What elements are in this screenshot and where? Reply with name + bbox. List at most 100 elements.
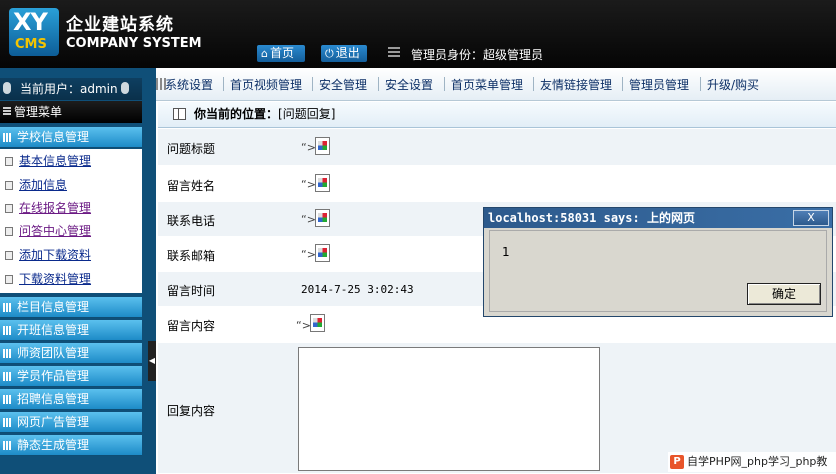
nav-separator xyxy=(700,77,701,91)
admin-role: 管理员身份：超级管理员 xyxy=(411,48,544,62)
alert-dialog: localhost:58031 says: 上的网页 X 1 确定 xyxy=(483,207,833,317)
nav-separator xyxy=(312,77,313,91)
breadcrumb-value: [问题回复] xyxy=(278,107,336,121)
page-icon xyxy=(5,204,13,213)
nav-separator xyxy=(378,77,379,91)
watermark-text: 自学PHP网_php学习_php教 xyxy=(687,455,828,468)
group-icon xyxy=(3,418,12,427)
field-label: 回复内容 xyxy=(167,404,216,418)
group-label: 开班信息管理 xyxy=(17,323,90,337)
top-nav: 系统设置 首页视频管理 安全管理 安全设置 首页菜单管理 友情链接管理 管理员管… xyxy=(156,68,836,101)
sidebar-item-label: 添加下载资料 xyxy=(19,248,92,262)
system-title-en: COMPANY SYSTEM xyxy=(66,36,202,51)
nav-item-friend-links[interactable]: 友情链接管理 xyxy=(540,76,612,93)
watermark: P 自学PHP网_php学习_php教 xyxy=(668,452,836,472)
logo: XY CMS xyxy=(9,8,59,56)
home-button[interactable]: ⌂ 首页 xyxy=(257,45,305,62)
collapse-sidebar-button[interactable]: ◀ xyxy=(148,341,156,381)
sidebar-item-label: 下载资料管理 xyxy=(19,272,92,286)
nav-item-system-settings[interactable]: 系统设置 xyxy=(165,76,213,93)
menu-title-label: 管理菜单 xyxy=(14,105,63,119)
group-icon xyxy=(3,395,12,404)
site-logo-icon: P xyxy=(670,455,684,469)
sidebar-item-basic-info[interactable]: 基本信息管理 xyxy=(0,150,142,173)
sidebar-item-qa-center[interactable]: 问答中心管理 xyxy=(0,220,142,243)
group-label: 学校信息管理 xyxy=(17,130,90,144)
breadcrumb: 你当前的位置：[问题回复] xyxy=(158,102,836,128)
sidebar-item-online-signup[interactable]: 在线报名管理 xyxy=(0,197,142,220)
page-icon xyxy=(5,227,13,236)
group-label: 栏目信息管理 xyxy=(17,300,90,314)
sidebar-group-student-works[interactable]: 学员作品管理 xyxy=(0,366,142,387)
list-icon xyxy=(388,47,400,59)
broken-image-icon xyxy=(315,137,330,155)
nav-separator xyxy=(622,77,623,91)
group-icon xyxy=(3,303,12,312)
field-label: 留言时间 xyxy=(167,284,216,298)
sidebar-item-label: 问答中心管理 xyxy=(19,224,92,238)
nav-item-security-manage[interactable]: 安全管理 xyxy=(319,76,367,93)
sidebar-item-add-download[interactable]: 添加下载资料 xyxy=(0,244,142,267)
pin-icon xyxy=(3,82,11,94)
breadcrumb-label: 你当前的位置： xyxy=(194,107,279,121)
sidebar-group-web-ads[interactable]: 网页广告管理 xyxy=(0,412,142,433)
logo-xy-text: XY xyxy=(13,8,48,36)
ok-button[interactable]: 确定 xyxy=(747,283,821,305)
sidebar-item-add-info[interactable]: 添加信息 xyxy=(0,174,142,197)
field-label: 留言内容 xyxy=(167,319,216,333)
form-row-name: 留言姓名 “> xyxy=(158,166,836,202)
page-icon xyxy=(5,251,13,260)
group-icon xyxy=(3,372,12,381)
pin-icon xyxy=(121,82,129,94)
dialog-message: 1 xyxy=(502,245,510,259)
broken-image-icon xyxy=(315,174,330,192)
message-time: 2014-7-25 3:02:43 xyxy=(301,283,414,296)
group-label: 网页广告管理 xyxy=(17,415,90,429)
page-icon xyxy=(5,157,13,166)
group-label: 招聘信息管理 xyxy=(17,392,90,406)
broken-image-icon xyxy=(315,209,330,227)
group-label: 学员作品管理 xyxy=(17,369,90,383)
sidebar-group-teachers[interactable]: 师资团队管理 xyxy=(0,343,142,364)
nav-item-home-menu[interactable]: 首页菜单管理 xyxy=(451,76,523,93)
exit-button[interactable]: ⏻ 退出 xyxy=(321,45,367,62)
nav-item-admin-manage[interactable]: 管理员管理 xyxy=(629,76,689,93)
app-header: XY CMS 企业建站系统 COMPANY SYSTEM ⌂ 首页 ⏻ 退出 管理员… xyxy=(0,0,836,68)
field-label: 留言姓名 xyxy=(167,179,216,193)
menu-icon xyxy=(3,107,11,116)
dialog-title: localhost:58031 says: 上的网页 xyxy=(488,211,695,225)
page-icon xyxy=(5,275,13,284)
nav-item-upgrade[interactable]: 升级/购买 xyxy=(707,76,759,93)
sidebar-group-recruitment[interactable]: 招聘信息管理 xyxy=(0,389,142,410)
sidebar-item-download-manage[interactable]: 下载资料管理 xyxy=(0,268,142,291)
dialog-body: 1 确定 xyxy=(489,230,827,312)
nav-item-home-video[interactable]: 首页视频管理 xyxy=(230,76,302,93)
dialog-close-button[interactable]: X xyxy=(793,210,829,226)
current-user: 当前用户：admin xyxy=(20,82,118,96)
sidebar-item-label: 在线报名管理 xyxy=(19,201,92,215)
home-icon: ⌂ xyxy=(261,47,268,60)
group-icon xyxy=(3,349,12,358)
sidebar-submenu: 基本信息管理 添加信息 在线报名管理 问答中心管理 添加下载资料 下载资料管理 xyxy=(0,149,142,293)
group-icon xyxy=(3,326,12,335)
sidebar-group-column-info[interactable]: 栏目信息管理 xyxy=(0,297,142,318)
group-icon xyxy=(3,133,12,142)
sidebar-group-class-info[interactable]: 开班信息管理 xyxy=(0,320,142,341)
logo-cms-text: CMS xyxy=(15,37,47,52)
sidebar-splitter xyxy=(148,68,156,474)
dialog-title-bar: localhost:58031 says: 上的网页 xyxy=(484,208,832,228)
exit-label: 退出 xyxy=(335,46,360,60)
sidebar: 当前用户：admin 管理菜单 学校信息管理 基本信息管理 添加信息 在线报名管… xyxy=(0,68,148,474)
reply-textarea[interactable] xyxy=(298,347,600,471)
field-label: 问题标题 xyxy=(167,142,216,156)
system-title-cn: 企业建站系统 xyxy=(66,15,174,35)
nav-separator xyxy=(533,77,534,91)
sidebar-group-school-info[interactable]: 学校信息管理 xyxy=(0,127,142,148)
page-icon xyxy=(5,181,13,190)
nav-item-security-settings[interactable]: 安全设置 xyxy=(385,76,433,93)
sidebar-group-static-gen[interactable]: 静态生成管理 xyxy=(0,435,142,456)
broken-image-icon xyxy=(315,244,330,262)
menu-title: 管理菜单 xyxy=(0,101,142,123)
nav-separator xyxy=(223,77,224,91)
power-icon: ⏻ xyxy=(325,47,334,60)
